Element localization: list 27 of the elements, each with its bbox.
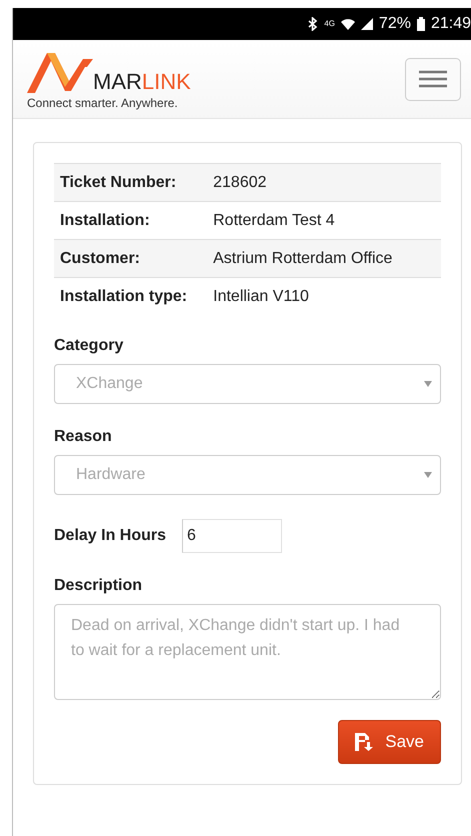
caret-icon: [424, 472, 432, 478]
field-label: Category: [54, 337, 124, 355]
bluetooth-icon: [308, 17, 318, 31]
network-type: 4G: [324, 20, 335, 28]
logo-wordmark: MARLINK: [93, 70, 191, 92]
field-label: Description: [54, 577, 144, 595]
wifi-icon: [340, 18, 355, 30]
description-field[interactable]: Dead on arrival, XChange didn't start up. I had to wait for a replacement unit.: [54, 604, 441, 700]
caret-icon: [424, 380, 432, 386]
field-label: Delay In Hours: [54, 527, 166, 545]
field-label: Reason: [54, 428, 113, 446]
battery-icon: [416, 17, 425, 31]
clock: 21:49: [430, 15, 471, 33]
save-button[interactable]: Save: [338, 720, 441, 764]
menu-button[interactable]: [405, 58, 461, 100]
menu-icon: [419, 70, 447, 88]
field-label: Installation type:: [54, 278, 208, 315]
field-value: 218602: [207, 164, 441, 202]
save-icon: [355, 733, 374, 751]
input-field[interactable]: 6: [182, 519, 282, 553]
field-label: Ticket Number:: [54, 164, 208, 202]
battery-percent: 72%: [378, 15, 411, 33]
field-value: Intellian V110: [207, 278, 441, 315]
logo-tagline: Connect smarter. Anywhere.: [27, 96, 179, 110]
field-label: Customer:: [54, 240, 208, 278]
signal-icon: [360, 18, 373, 30]
field-value: Astrium Rotterdam Office: [207, 240, 441, 278]
